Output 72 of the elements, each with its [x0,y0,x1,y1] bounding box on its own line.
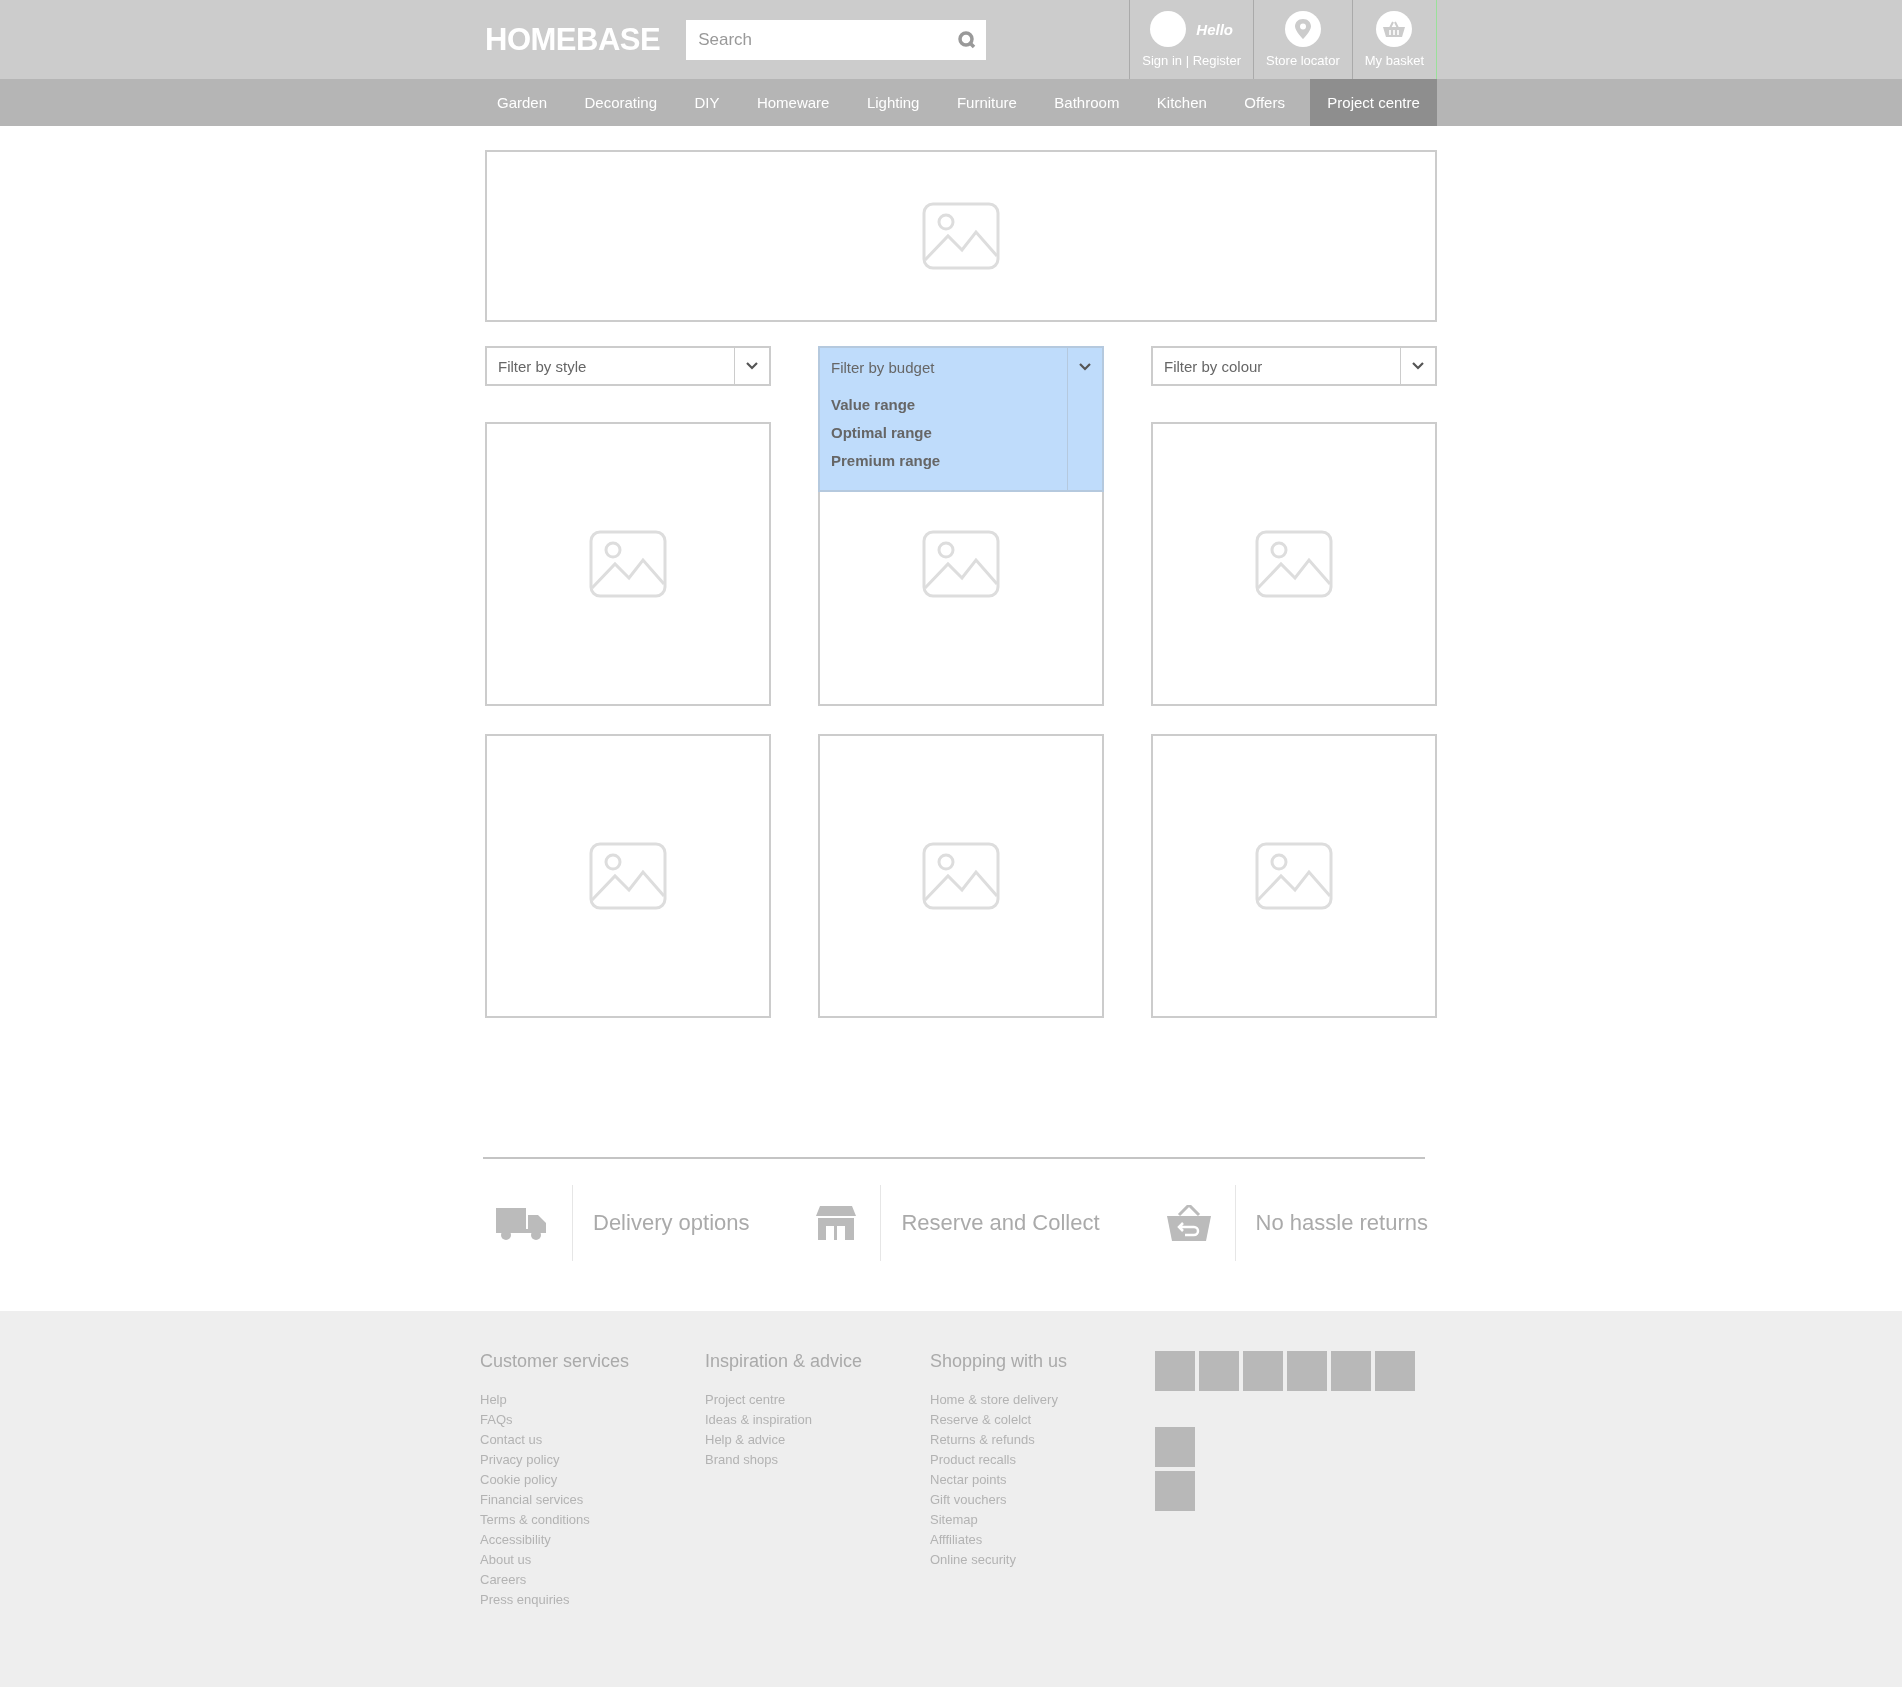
footer-link[interactable]: Nectar points [930,1470,1155,1490]
nav-item[interactable]: Homeware [744,79,842,126]
image-placeholder-icon [1255,530,1333,598]
payment-logo-placeholder [1155,1351,1195,1391]
badge-placeholder [1155,1471,1195,1511]
chevron-down-icon [745,361,759,371]
footer-link[interactable]: Help [480,1390,705,1410]
nav-item[interactable]: Kitchen [1144,79,1219,126]
filter-dropdown[interactable]: Filter by colour [1151,346,1437,386]
footer-link[interactable]: Project centre [705,1390,930,1410]
footer-link[interactable]: Financial services [480,1490,705,1510]
basket-icon[interactable] [1383,21,1406,37]
nav-item[interactable]: Decorating [572,79,670,126]
payment-logo-placeholder [1375,1351,1415,1391]
footer-link[interactable]: Reserve & colelct [930,1410,1155,1430]
badge-placeholder [1155,1427,1195,1467]
dropdown-option[interactable]: Value range [831,396,1067,413]
footer-heading: Customer services [480,1351,631,1372]
chevron-down-icon [1078,362,1092,372]
footer-link[interactable]: Online security [930,1550,1155,1570]
avatar-icon [1150,11,1187,47]
image-placeholder-icon [922,530,1000,598]
footer-link[interactable]: Press enquiries [480,1590,705,1610]
nav-item[interactable]: Garden [485,79,560,126]
dropdown-option[interactable]: Premium range [831,452,1067,469]
footer-link[interactable]: Cookie policy [480,1470,705,1490]
payment-logo-placeholder [1243,1351,1283,1391]
footer-link[interactable]: Careers [480,1570,705,1590]
nav-item[interactable]: Project centre [1310,79,1437,126]
footer-link[interactable]: Help & advice [705,1430,930,1450]
nav-item[interactable]: Offers [1232,79,1297,126]
search-icon[interactable] [958,30,977,49]
footer-heading: Shopping with us [930,1351,1069,1372]
footer-heading: Inspiration & advice [705,1351,864,1372]
feature-label: Delivery options [572,1185,764,1261]
dropdown-label: Filter by budget [830,357,936,378]
truck-icon [496,1205,548,1241]
footer-link[interactable]: Home & store delivery [930,1390,1155,1410]
filter-dropdown[interactable]: Filter by style [485,346,771,386]
nav-item[interactable]: Lighting [854,79,932,126]
dropdown-label: Filter by style [497,356,588,377]
search-field[interactable]: Search [686,19,987,60]
footer-link[interactable]: Accessibility [480,1530,705,1550]
image-placeholder-icon [1255,842,1333,910]
image-placeholder-icon [589,842,667,910]
store-icon [816,1206,857,1240]
footer-link[interactable]: Sitemap [930,1510,1155,1530]
feature-label: Reserve and Collect [880,1185,1114,1261]
footer-link[interactable]: Brand shops [705,1450,930,1470]
footer-link[interactable]: Product recalls [930,1450,1155,1470]
footer-link[interactable]: Afffiliates [930,1530,1155,1550]
footer-link[interactable]: FAQs [480,1410,705,1430]
image-placeholder-icon [922,202,1000,270]
feature-label: No hassle returns [1234,1185,1442,1261]
image-placeholder-icon [589,530,667,598]
payment-logo-placeholder [1331,1351,1371,1391]
dropdown-label: Filter by colour [1163,356,1264,377]
nav-item[interactable]: Bathroom [1042,79,1132,126]
basket-return-icon [1166,1204,1211,1242]
footer-link[interactable]: Returns & refunds [930,1430,1155,1450]
image-placeholder-icon [922,842,1000,910]
nav-item[interactable]: Furniture [944,79,1029,126]
nav-item[interactable]: DIY [682,79,732,126]
footer-link[interactable]: Terms & conditions [480,1510,705,1530]
footer-link[interactable]: Privacy policy [480,1450,705,1470]
map-pin-icon[interactable] [1294,19,1311,39]
footer-link[interactable]: Ideas & inspiration [705,1410,930,1430]
chevron-down-icon [1411,361,1425,371]
dropdown-option[interactable]: Optimal range [831,424,1067,441]
payment-logo-placeholder [1287,1351,1327,1391]
payment-logo-placeholder [1199,1351,1239,1391]
footer-link[interactable]: Gift vouchers [930,1490,1155,1510]
